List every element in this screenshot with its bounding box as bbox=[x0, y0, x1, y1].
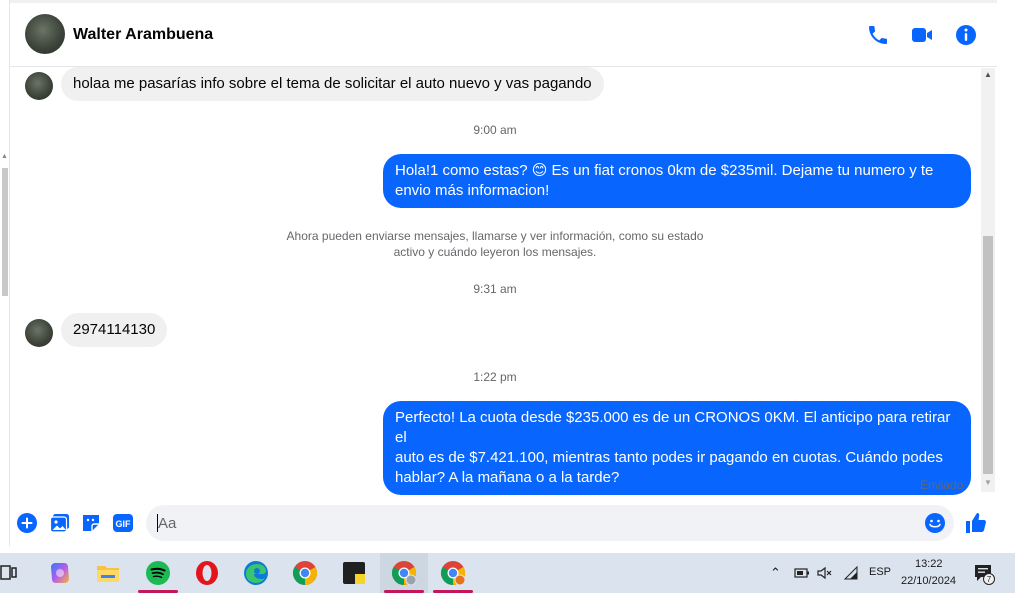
spotify-icon[interactable] bbox=[145, 560, 171, 586]
gif-label: GIF bbox=[116, 519, 132, 529]
show-hidden-icons-chevron-icon[interactable]: ⌃ bbox=[770, 565, 781, 581]
conversation-header: Walter Arambuena bbox=[10, 3, 997, 67]
incoming-message[interactable]: holaa me pasarías info sobre el tema de … bbox=[61, 67, 604, 101]
scroll-up-arrow-icon[interactable]: ▲ bbox=[1, 153, 8, 160]
add-icon[interactable] bbox=[16, 512, 38, 534]
windows-taskbar: ⌃ ESP 13:22 22/10/2024 7 bbox=[0, 553, 1015, 593]
chrome-profile-1-icon[interactable] bbox=[391, 560, 417, 586]
info-icon[interactable] bbox=[954, 23, 978, 47]
chrome-profile-2-icon[interactable] bbox=[440, 560, 466, 586]
wifi-icon[interactable] bbox=[843, 565, 859, 581]
page-right-edge bbox=[997, 0, 1015, 553]
sender-avatar[interactable] bbox=[25, 72, 53, 100]
notification-count: 7 bbox=[987, 575, 992, 584]
chrome-icon[interactable] bbox=[292, 560, 318, 586]
notification-center-icon[interactable]: 7 bbox=[973, 563, 995, 585]
emoji-icon[interactable] bbox=[924, 512, 946, 534]
photo-icon[interactable] bbox=[49, 512, 71, 534]
phone-icon[interactable] bbox=[866, 23, 890, 47]
edge-icon[interactable] bbox=[243, 560, 269, 586]
clock-time[interactable]: 13:22 bbox=[915, 558, 943, 570]
message-input-container[interactable] bbox=[146, 505, 954, 541]
sticker-icon[interactable] bbox=[80, 512, 102, 534]
battery-icon[interactable] bbox=[794, 566, 810, 580]
message-timestamp: 9:00 am bbox=[473, 123, 517, 137]
video-call-icon[interactable] bbox=[910, 23, 934, 47]
delivery-status: Enviado bbox=[920, 478, 964, 492]
contact-name[interactable]: Walter Arambuena bbox=[73, 26, 213, 44]
outgoing-message[interactable]: Perfecto! La cuota desde $235.000 es de … bbox=[383, 401, 971, 495]
window-bottom-edge bbox=[0, 546, 1015, 553]
chat-scrollbar-thumb[interactable] bbox=[983, 236, 993, 474]
input-language[interactable]: ESP bbox=[869, 566, 891, 578]
system-notice: Ahora pueden enviarse mensajes, llamarse… bbox=[286, 229, 704, 259]
copilot-icon[interactable] bbox=[47, 560, 73, 586]
left-scrollbar[interactable]: ▲ bbox=[0, 0, 10, 553]
sticky-notes-icon[interactable] bbox=[341, 560, 367, 586]
clock-date[interactable]: 22/10/2024 bbox=[901, 575, 956, 587]
opera-icon[interactable] bbox=[194, 560, 220, 586]
file-explorer-icon[interactable] bbox=[95, 560, 121, 586]
incoming-message[interactable]: 2974114130 bbox=[61, 313, 168, 347]
gif-icon[interactable]: GIF bbox=[112, 512, 134, 534]
outgoing-message[interactable]: Hola!1 como estas? 😊 Es un fiat cronos 0… bbox=[383, 154, 971, 208]
message-timestamp: 9:31 am bbox=[473, 282, 517, 296]
chat-scrollbar[interactable]: ▲ ▼ bbox=[981, 68, 995, 492]
sender-avatar[interactable] bbox=[25, 319, 53, 347]
volume-muted-icon[interactable] bbox=[817, 565, 833, 581]
left-scrollbar-thumb[interactable] bbox=[2, 168, 8, 296]
task-view-icon[interactable] bbox=[0, 564, 18, 582]
message-input[interactable] bbox=[158, 513, 918, 533]
like-thumbs-up-icon[interactable] bbox=[964, 511, 988, 535]
messenger-window: ▲ Walter Arambuena holaa me pasarías inf… bbox=[0, 0, 1015, 553]
scroll-up-arrow-icon[interactable]: ▲ bbox=[984, 70, 992, 79]
scroll-down-arrow-icon[interactable]: ▼ bbox=[984, 478, 992, 487]
contact-avatar[interactable] bbox=[25, 14, 65, 54]
message-timestamp: 1:22 pm bbox=[473, 370, 517, 384]
